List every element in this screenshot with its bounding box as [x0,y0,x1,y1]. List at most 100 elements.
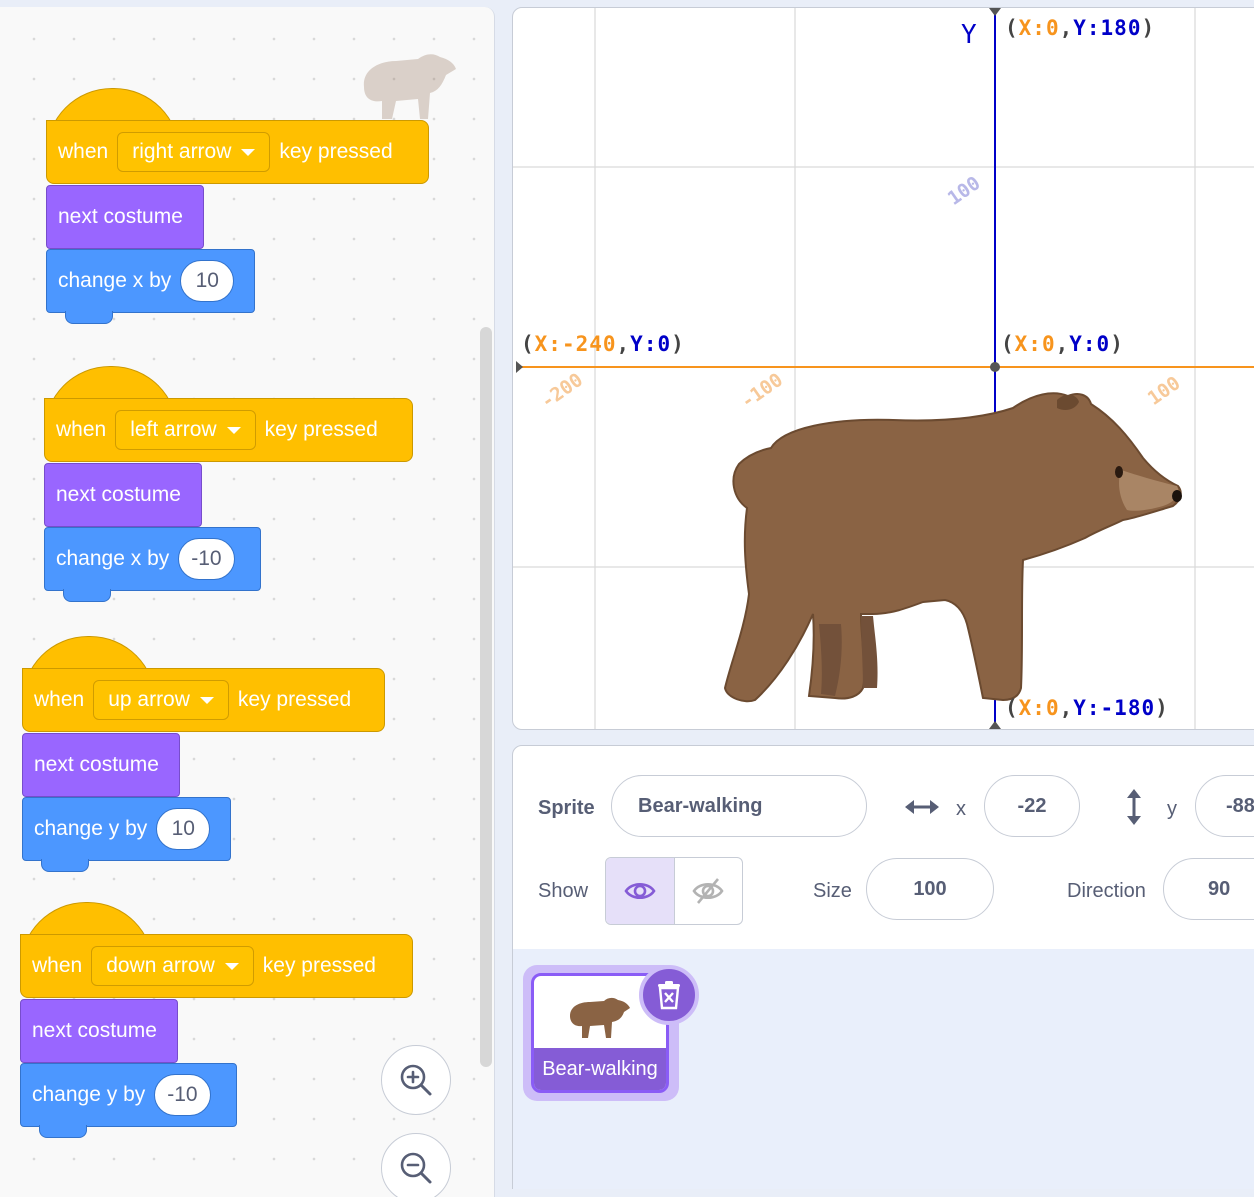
key-dropdown-value: up arrow [108,688,190,711]
trash-icon [658,981,680,1010]
y-input[interactable]: -88 [1195,775,1254,837]
zoom-in-button[interactable] [381,1045,451,1115]
sprite-label: Sprite [538,797,595,819]
sprite-name-value: Bear-walking [638,794,763,817]
chevron-down-icon [224,962,239,970]
key-pressed-label: key pressed [262,954,376,977]
size-label: Size [813,880,852,902]
key-pressed-label: key pressed [237,688,352,711]
y-position-icon [1127,789,1141,825]
key-dropdown[interactable]: up arrow [93,680,229,720]
block-notch [39,1125,87,1138]
block-notch [41,859,89,872]
sprite-tile-name: Bear-walking [534,1048,666,1090]
sprite-thumbnail-bear-icon [570,997,630,1038]
key-pressed-label: key pressed [264,418,378,441]
when-label: when [32,954,83,977]
zoom-out-icon [400,1152,432,1184]
coord-origin: (X:0,Y:0) [1001,332,1124,356]
coord-origin-y: Y:0 [1069,332,1111,356]
y-value: -88 [1226,794,1254,817]
code-area[interactable]: when right arrow key pressed next costum… [0,7,495,1197]
direction-input[interactable]: 90 [1163,858,1254,920]
change-x-block[interactable]: change x by -10 [44,527,261,602]
next-costume-label: next costume [34,753,159,776]
code-scrollbar[interactable] [480,327,492,1067]
next-costume-block[interactable]: next costume [20,999,178,1063]
key-pressed-label: key pressed [279,140,393,163]
delete-sprite-button[interactable] [639,965,699,1025]
change-y-label: change y by [34,817,148,840]
next-costume-block[interactable]: next costume [46,185,204,249]
coord-bottom-x: X:0 [1018,696,1060,720]
y-axis-label: Y [961,20,977,50]
when-label: when [34,688,85,711]
change-y-block[interactable]: change y by 10 [22,797,231,872]
sprite-list: Bear-walking [512,949,1254,1189]
number-input[interactable]: 10 [180,260,235,302]
number-input[interactable]: -10 [178,538,235,580]
coord-bottom: (X:0,Y:-180) [1005,696,1169,720]
when-label: when [56,418,107,441]
key-dropdown[interactable]: right arrow [117,132,271,172]
x-position-icon [905,800,939,814]
bear-sprite [723,392,1182,703]
x-input[interactable]: -22 [984,775,1080,837]
size-input[interactable]: 100 [866,858,994,920]
when-key-pressed-block[interactable]: when right arrow key pressed [46,120,429,184]
change-x-block[interactable]: change x by 10 [46,249,255,324]
chevron-down-icon [199,696,214,704]
coord-left-y: Y:0 [630,332,672,356]
change-x-label: change x by [58,269,172,292]
key-dropdown-value: right arrow [132,140,232,163]
visibility-toggle [605,857,743,925]
key-dropdown[interactable]: left arrow [115,410,256,450]
number-input[interactable]: 10 [156,808,211,850]
zoom-in-icon [400,1064,432,1096]
change-y-block[interactable]: change y by -10 [20,1063,237,1138]
next-costume-label: next costume [56,483,181,506]
change-x-label: change x by [56,547,170,570]
coord-bottom-y: Y:-180 [1073,696,1156,720]
x-label: x [956,798,966,820]
eye-slash-icon [692,878,724,904]
sprite-info-panel: Sprite Bear-walking x -22 y -88 Show Siz… [512,745,1254,951]
coord-left-x: X:-240 [534,332,617,356]
next-costume-label: next costume [32,1019,157,1042]
zoom-out-button[interactable] [381,1133,451,1197]
coord-top-x: X:0 [1018,16,1060,40]
when-label: when [58,140,109,163]
next-costume-block[interactable]: next costume [22,733,180,797]
stage-grid [513,8,1254,729]
key-dropdown-value: down arrow [106,954,215,977]
stage[interactable]: Y (X:0,Y:180) (X:-240,Y:0) (X:0,Y:0) (X:… [512,7,1254,730]
show-button[interactable] [606,858,675,924]
direction-label: Direction [1067,880,1146,902]
sprite-tile-bear-walking[interactable]: Bear-walking [523,965,699,1101]
key-dropdown-value: left arrow [130,418,217,441]
eye-icon [624,882,656,900]
direction-value: 90 [1208,877,1231,900]
when-key-pressed-block[interactable]: when down arrow key pressed [20,934,413,998]
sprite-name-input[interactable]: Bear-walking [611,775,867,837]
coord-top-y: Y:180 [1073,16,1142,40]
block-notch [63,589,111,602]
x-value: -22 [1017,794,1047,817]
chevron-down-icon [241,148,256,156]
when-key-pressed-block[interactable]: when up arrow key pressed [22,668,385,732]
chevron-down-icon [226,426,241,434]
next-costume-block[interactable]: next costume [44,463,202,527]
show-label: Show [538,880,589,902]
coord-left: (X:-240,Y:0) [521,332,685,356]
size-value: 100 [913,877,947,900]
coord-origin-x: X:0 [1014,332,1056,356]
when-key-pressed-block[interactable]: when left arrow key pressed [44,398,413,462]
key-dropdown[interactable]: down arrow [91,946,254,986]
sprite-watermark-bear-icon [363,54,456,119]
hide-button[interactable] [675,858,743,924]
block-notch [65,311,113,324]
number-input[interactable]: -10 [154,1074,211,1116]
change-y-label: change y by [32,1083,146,1106]
next-costume-label: next costume [58,205,183,228]
y-label: y [1167,798,1177,820]
